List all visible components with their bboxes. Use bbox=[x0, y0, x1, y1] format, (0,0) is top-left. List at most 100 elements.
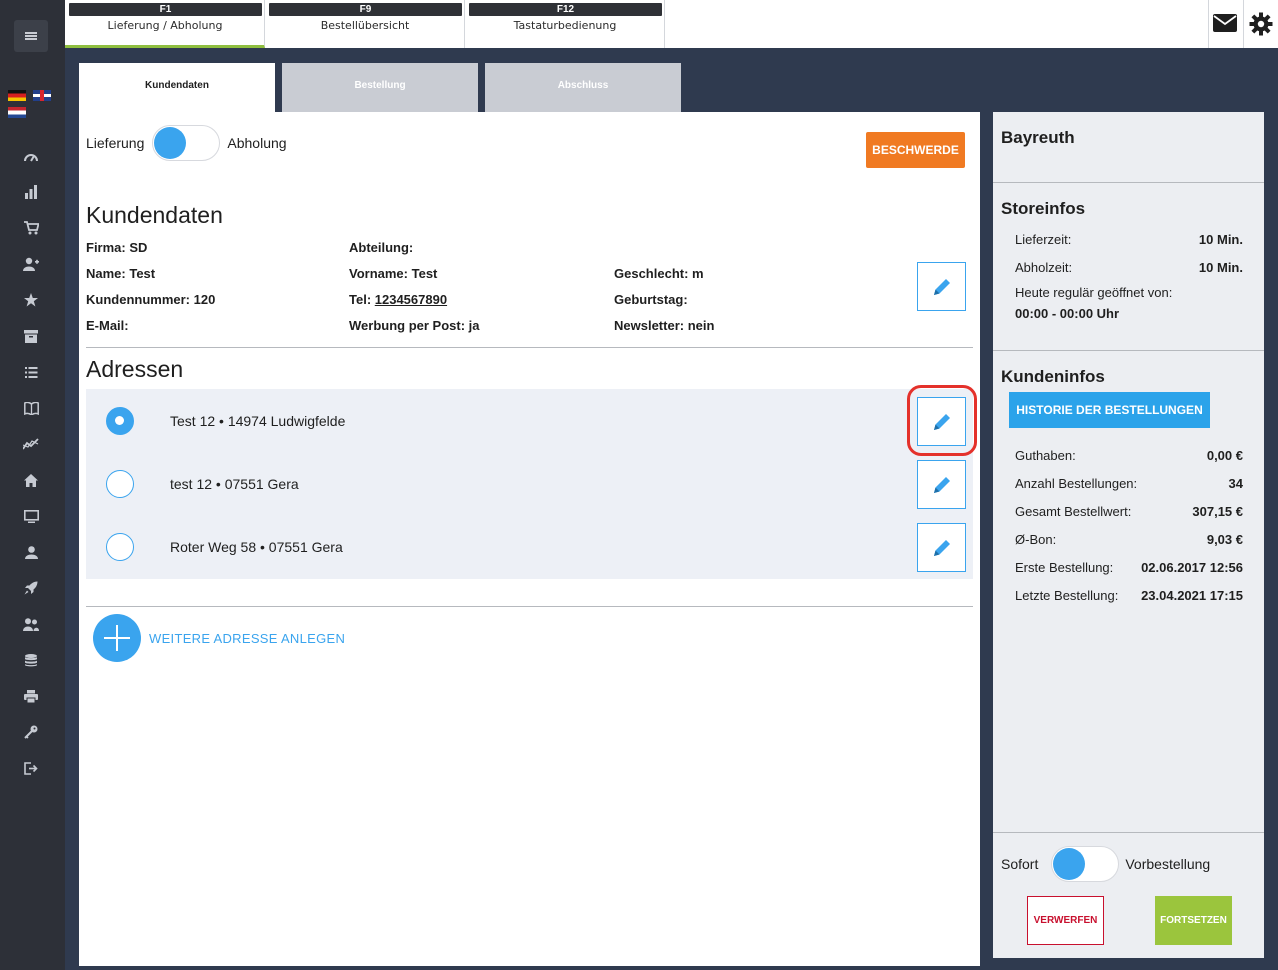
total-value-row: Gesamt Bestellwert: 307,15 € bbox=[1015, 504, 1243, 519]
stat-label: Guthaben: bbox=[1015, 448, 1076, 463]
plus-icon[interactable] bbox=[93, 614, 141, 662]
gender-field: Geschlecht: m bbox=[614, 266, 704, 281]
phone-link[interactable]: 1234567890 bbox=[375, 292, 447, 307]
tab-order[interactable]: Bestellung bbox=[282, 63, 478, 112]
top-bar: F1 Lieferung / Abholung F9 Bestellübersi… bbox=[65, 0, 1278, 48]
last-order-row: Letzte Bestellung: 23.04.2021 17:15 bbox=[1015, 588, 1243, 603]
first-order-row: Erste Bestellung: 02.06.2017 12:56 bbox=[1015, 560, 1243, 575]
delivery-time-value: 10 Min. bbox=[1198, 232, 1243, 247]
storeinfos-heading: Storeinfos bbox=[1001, 199, 1086, 218]
archive-icon[interactable] bbox=[21, 326, 41, 346]
stat-label: Letzte Bestellung: bbox=[1015, 588, 1119, 603]
delivery-time-row: Lieferzeit: 10 Min. bbox=[1015, 232, 1243, 247]
address-text: test 12 • 07551 Gera bbox=[170, 476, 299, 492]
star-icon[interactable] bbox=[21, 290, 41, 310]
stat-value: 307,15 € bbox=[1192, 504, 1243, 519]
stat-label: Anzahl Bestellungen: bbox=[1015, 476, 1138, 491]
address-radio[interactable] bbox=[106, 407, 134, 435]
toggle-knob bbox=[154, 127, 187, 159]
cart-icon[interactable] bbox=[21, 218, 41, 238]
order-history-button[interactable]: HISTORIE DER BESTELLUNGEN bbox=[1009, 392, 1210, 428]
edit-address-button[interactable] bbox=[917, 523, 966, 572]
stat-value: 34 bbox=[1228, 476, 1243, 491]
monitor-icon[interactable] bbox=[21, 506, 41, 526]
name-field: Name: Test bbox=[86, 266, 156, 281]
toggle-knob bbox=[1053, 848, 1086, 880]
address-row[interactable]: test 12 • 07551 Gera bbox=[86, 452, 973, 515]
tab-order-overview[interactable]: F9 Bestellübersicht bbox=[265, 0, 465, 48]
bar-chart-icon[interactable] bbox=[21, 182, 41, 202]
firstname-field: Vorname: Test bbox=[349, 266, 438, 281]
complaint-button[interactable]: BESCHWERDE bbox=[866, 132, 965, 168]
printer-icon[interactable] bbox=[21, 686, 41, 706]
delivery-label: Lieferung bbox=[86, 135, 145, 151]
edit-customer-button[interactable] bbox=[917, 262, 966, 311]
mail-icon[interactable] bbox=[1213, 14, 1237, 32]
home-icon[interactable] bbox=[21, 470, 41, 490]
database-icon[interactable] bbox=[21, 650, 41, 670]
order-timing-toggle-row: Sofort Vorbestellung bbox=[1001, 846, 1210, 882]
english-flag-icon[interactable] bbox=[33, 90, 51, 101]
pickup-label: Abholung bbox=[227, 135, 287, 151]
language-flags bbox=[8, 90, 56, 120]
logout-icon[interactable] bbox=[21, 758, 41, 778]
section-divider bbox=[86, 606, 973, 607]
dutch-flag-icon[interactable] bbox=[8, 107, 26, 118]
preorder-label: Vorbestellung bbox=[1125, 856, 1211, 872]
stat-value: 23.04.2021 17:15 bbox=[1141, 588, 1243, 603]
user-icon[interactable] bbox=[21, 542, 41, 562]
phone-label: Tel: bbox=[349, 292, 375, 307]
users-icon[interactable] bbox=[21, 614, 41, 634]
left-sidebar bbox=[0, 0, 65, 970]
delivery-pickup-toggle-row: Lieferung Abholung bbox=[86, 125, 287, 161]
gear-icon[interactable] bbox=[1249, 12, 1273, 36]
divider bbox=[1243, 0, 1244, 48]
shortcut-key: F9 bbox=[269, 3, 462, 16]
divider bbox=[993, 832, 1264, 833]
rocket-icon[interactable] bbox=[21, 578, 41, 598]
gauge-icon[interactable] bbox=[21, 147, 41, 167]
address-radio[interactable] bbox=[106, 533, 134, 561]
address-row[interactable]: Roter Weg 58 • 07551 Gera bbox=[86, 515, 973, 578]
pencil-icon bbox=[933, 539, 950, 556]
list-icon[interactable] bbox=[21, 362, 41, 382]
add-user-icon[interactable] bbox=[21, 254, 41, 274]
trend-icon[interactable] bbox=[21, 434, 41, 454]
section-divider bbox=[86, 347, 973, 348]
address-row[interactable]: Test 12 • 14974 Ludwigfelde bbox=[86, 389, 973, 452]
tab-label: Lieferung / Abholung bbox=[107, 19, 223, 32]
credit-row: Guthaben: 0,00 € bbox=[1015, 448, 1243, 463]
continue-button[interactable]: FORTSETZEN bbox=[1155, 896, 1232, 945]
discard-button[interactable]: VERWERFEN bbox=[1027, 896, 1104, 945]
book-icon[interactable] bbox=[21, 398, 41, 418]
info-panel: Bayreuth Storeinfos Lieferzeit: 10 Min. … bbox=[993, 112, 1264, 958]
address-radio[interactable] bbox=[106, 470, 134, 498]
pencil-icon bbox=[933, 476, 950, 493]
order-timing-toggle[interactable] bbox=[1051, 846, 1120, 882]
company-field: Firma: SD bbox=[86, 240, 148, 255]
tab-keyboard-control[interactable]: F12 Tastaturbedienung bbox=[465, 0, 665, 48]
hamburger-menu-button[interactable] bbox=[14, 20, 48, 52]
key-icon[interactable] bbox=[21, 722, 41, 742]
tab-customer-data[interactable]: Kundendaten bbox=[79, 63, 275, 112]
customer-info-heading: Kundeninfos bbox=[1001, 367, 1105, 386]
average-receipt-row: Ø-Bon: 9,03 € bbox=[1015, 532, 1243, 547]
address-text: Test 12 • 14974 Ludwigfelde bbox=[170, 413, 346, 429]
opening-hours-label: Heute regulär geöffnet von: bbox=[1015, 285, 1173, 300]
german-flag-icon[interactable] bbox=[8, 90, 26, 101]
stat-label: Gesamt Bestellwert: bbox=[1015, 504, 1132, 519]
edit-address-button[interactable] bbox=[917, 460, 966, 509]
tab-checkout[interactable]: Abschluss bbox=[485, 63, 681, 112]
menu-icon bbox=[25, 32, 37, 40]
opening-hours-value: 00:00 - 00:00 Uhr bbox=[1015, 306, 1120, 321]
shortcut-key: F1 bbox=[69, 3, 262, 16]
delivery-pickup-toggle[interactable] bbox=[152, 125, 221, 161]
shortcut-key: F12 bbox=[469, 3, 662, 16]
stat-label: Ø-Bon: bbox=[1015, 532, 1057, 547]
add-address-label[interactable]: WEITERE ADRESSE ANLEGEN bbox=[149, 631, 345, 646]
delivery-time-label: Lieferzeit: bbox=[1015, 232, 1072, 247]
mail-advertising-field: Werbung per Post: ja bbox=[349, 318, 480, 333]
tab-delivery-pickup[interactable]: F1 Lieferung / Abholung bbox=[65, 0, 265, 48]
highlight-annotation bbox=[907, 385, 977, 456]
add-address-action[interactable]: WEITERE ADRESSE ANLEGEN bbox=[93, 614, 345, 662]
